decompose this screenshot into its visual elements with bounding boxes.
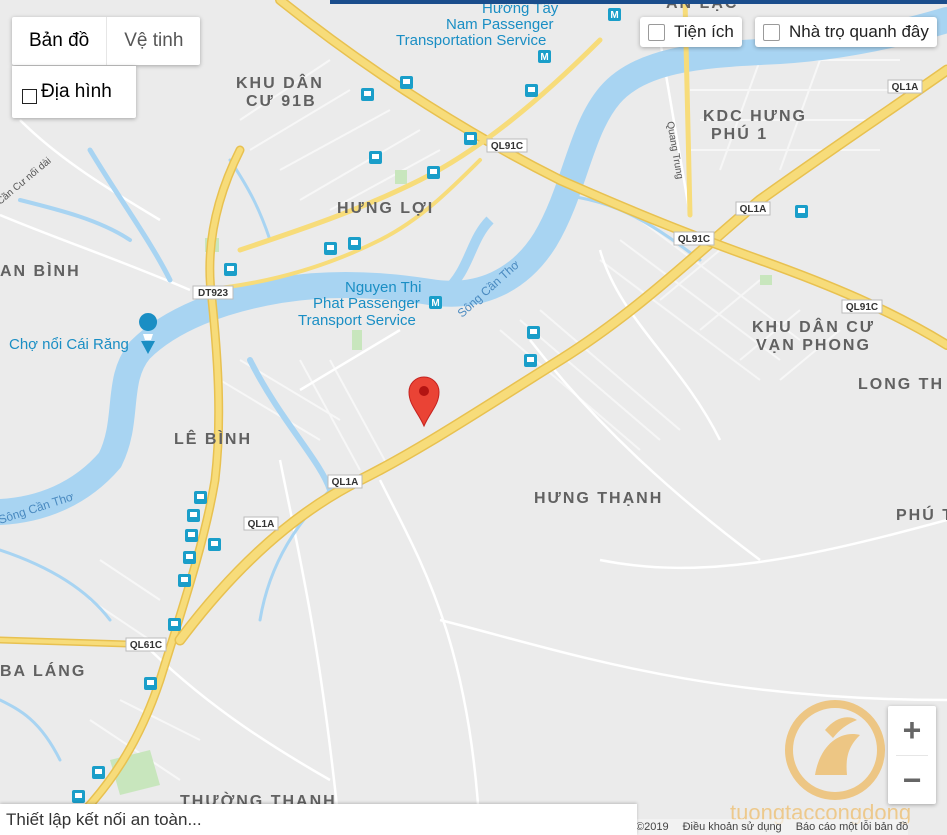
svg-text:DT923: DT923 [198, 288, 228, 299]
zoom-out-button[interactable]: − [888, 756, 936, 805]
route-shield: QL91C [486, 138, 528, 153]
svg-text:QL1A: QL1A [332, 477, 359, 488]
svg-text:QL1A: QL1A [248, 519, 275, 530]
svg-text:QL91C: QL91C [491, 141, 523, 152]
top-bar [330, 0, 947, 4]
svg-text:M: M [540, 52, 548, 63]
svg-text:M: M [431, 298, 439, 309]
svg-text:QL61C: QL61C [130, 640, 162, 651]
copyright-text: ©2019 [636, 821, 669, 833]
terms-link[interactable]: Điều khoản sử dụng [683, 821, 782, 833]
place-label: CƯ 91B [246, 93, 317, 110]
amenities-checkbox[interactable] [648, 23, 665, 41]
rooms-nearby-toggle[interactable]: Nhà trọ quanh đây [755, 17, 937, 47]
poi-label[interactable]: Transportation Service [396, 32, 546, 49]
place-label: PHÚ T [896, 505, 947, 524]
poi-label[interactable]: Nguyen Thi [345, 279, 421, 296]
rooms-nearby-checkbox[interactable] [763, 23, 780, 41]
place-label: KHU DÂN CƯ [752, 317, 875, 336]
route-shield: QL91C [841, 299, 883, 314]
route-shield: QL61C [125, 637, 167, 652]
svg-text:QL91C: QL91C [846, 302, 878, 313]
terrain-label: Địa hình [41, 81, 112, 102]
place-label: VẠN PHONG [756, 337, 871, 354]
watermark-logo [785, 700, 885, 800]
poi-label[interactable]: Chợ nổi Cái Răng [9, 336, 129, 353]
route-shield: DT923 [192, 285, 234, 300]
satellite-view-button[interactable]: Vệ tinh [107, 17, 200, 65]
rooms-nearby-label: Nhà trọ quanh đây [789, 22, 929, 41]
svg-text:QL1A: QL1A [740, 204, 767, 215]
route-shield: QL1A [887, 79, 923, 94]
zoom-in-button[interactable]: + [888, 706, 936, 755]
place-label: BA LÁNG [0, 661, 86, 680]
svg-text:QL1A: QL1A [892, 82, 919, 93]
svg-text:QL91C: QL91C [678, 234, 710, 245]
map-view-button[interactable]: Bản đồ [12, 17, 106, 65]
place-label: HƯNG THẠNH [534, 490, 663, 507]
terrain-checkbox[interactable] [22, 88, 37, 104]
poi-label[interactable]: Transport Service [298, 312, 416, 329]
route-shield: QL1A [735, 201, 771, 216]
status-text: Thiết lập kết nối an toàn... [6, 809, 202, 829]
map-footer: ©2019 Điều khoản sử dụng Báo cáo một lỗi… [636, 819, 909, 835]
amenities-toggle[interactable]: Tiện ích [640, 17, 742, 47]
map-type-control: Bản đồ Vệ tinh [12, 17, 201, 65]
route-shield: QL91C [673, 231, 715, 246]
poi-label[interactable]: Phat Passenger [313, 295, 420, 312]
place-label: HƯNG LỢI [337, 200, 434, 217]
poi-label[interactable]: Nam Passenger [446, 16, 554, 33]
zoom-control: + − [888, 706, 936, 804]
svg-text:M: M [610, 10, 618, 21]
route-shield: QL1A [243, 516, 279, 531]
status-bar: Thiết lập kết nối an toàn... [0, 804, 637, 835]
place-label: PHÚ 1 [711, 124, 768, 143]
amenities-label: Tiện ích [674, 22, 734, 41]
place-label: KDC HƯNG [703, 108, 807, 125]
place-label: LONG TH [858, 376, 944, 393]
place-label: KHU DÂN [236, 73, 324, 92]
report-error-link[interactable]: Báo cáo một lỗi bản đồ [796, 821, 909, 833]
terrain-toggle[interactable]: Địa hình [12, 66, 136, 118]
place-label: LÊ BÌNH [174, 429, 252, 448]
route-shield: QL1A [327, 474, 363, 489]
place-label: AN BÌNH [0, 261, 81, 280]
